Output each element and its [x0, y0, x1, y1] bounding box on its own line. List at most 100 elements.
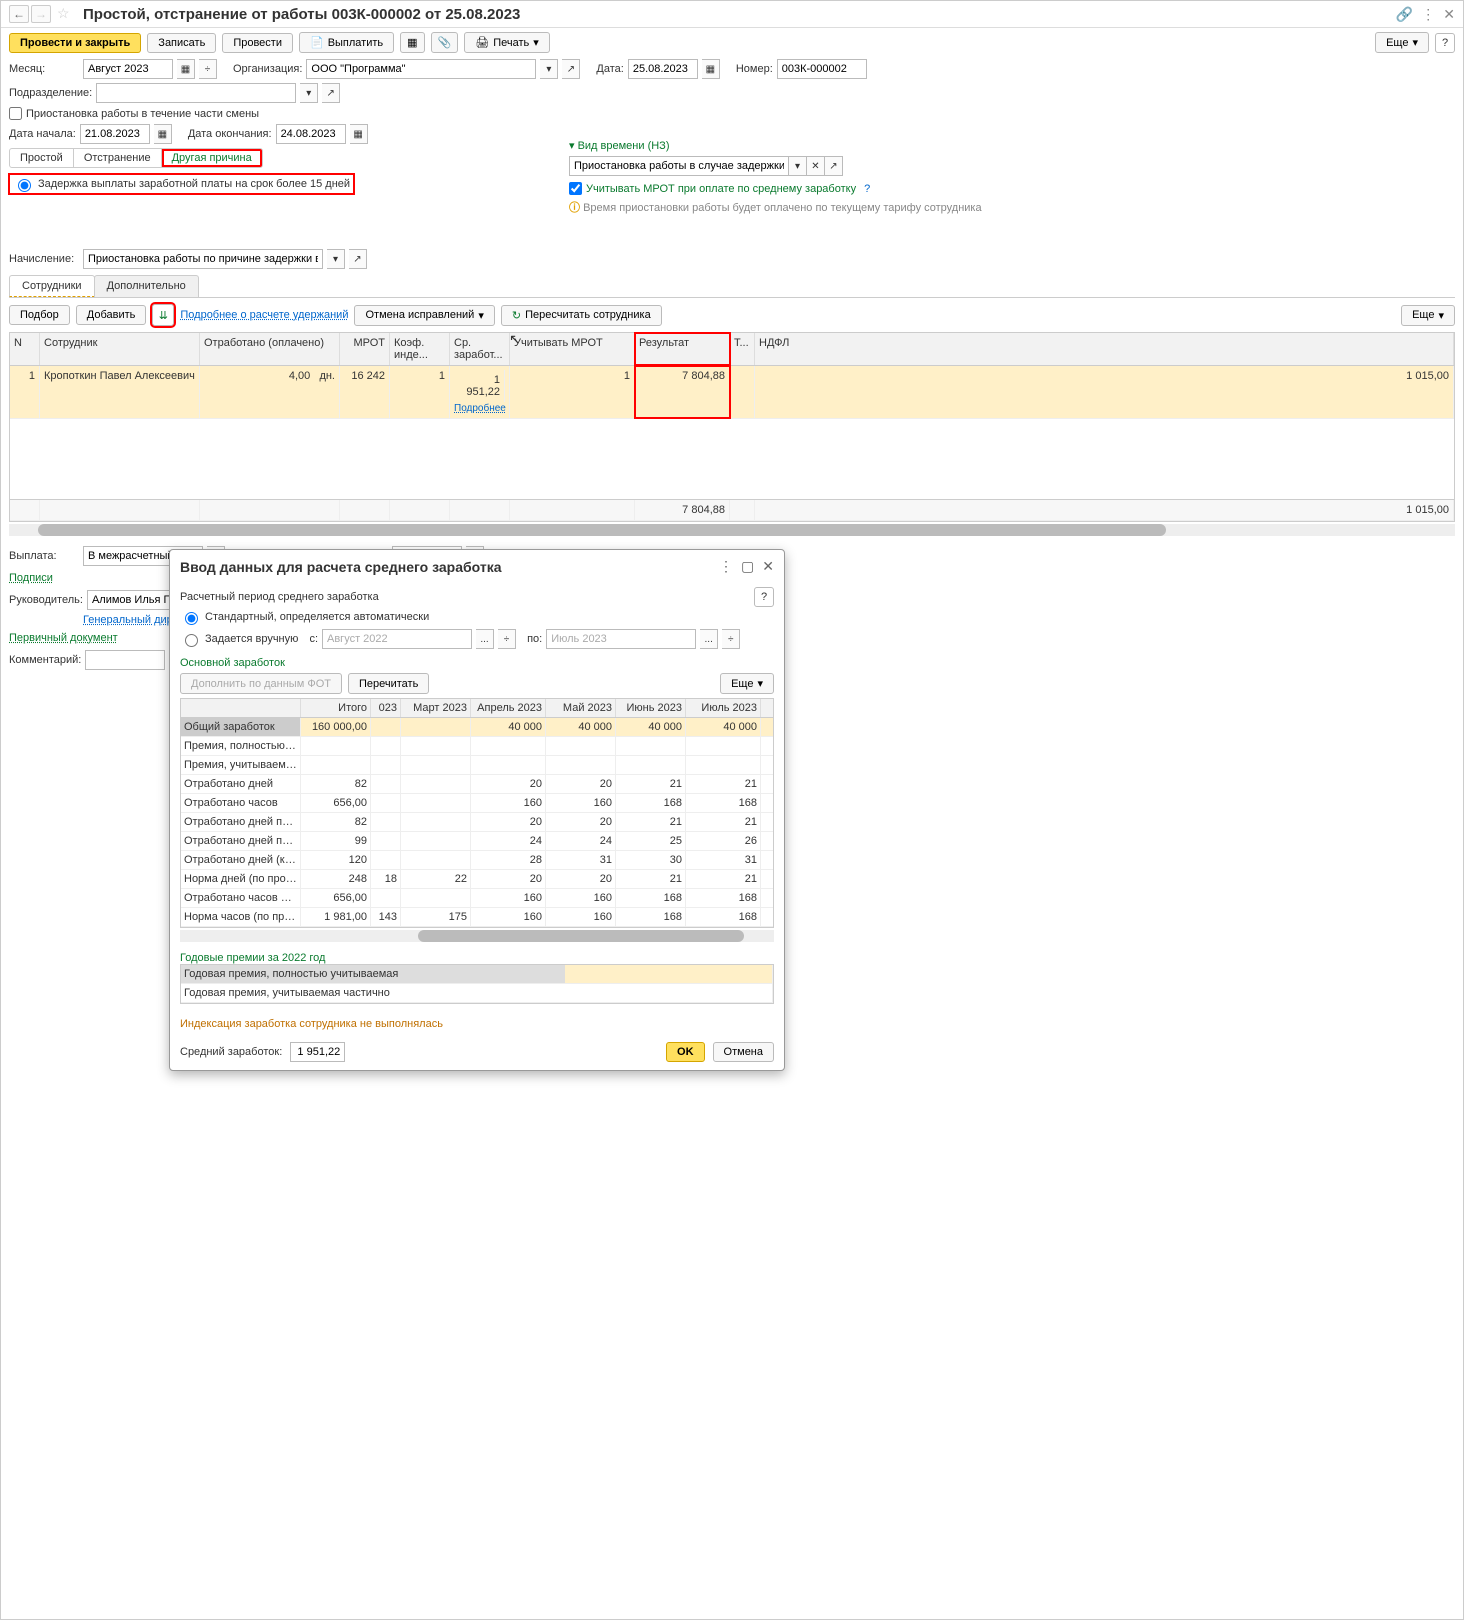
pick-button[interactable]: Подбор [9, 305, 70, 325]
calendar-icon[interactable]: ▦ [350, 124, 368, 144]
num-input[interactable] [777, 59, 867, 79]
star-icon[interactable]: ☆ [57, 5, 75, 23]
employee-grid: N Сотрудник Отработано (оплачено) МРОТ К… [9, 332, 1455, 522]
accrual-input[interactable] [83, 249, 323, 269]
col-n: N [10, 333, 40, 365]
close-icon[interactable]: ✕ [1443, 6, 1455, 23]
nav-fwd-icon[interactable]: → [31, 5, 51, 23]
comment-input[interactable] [85, 650, 165, 670]
earn-row[interactable]: Норма часов (по произв. кале...1 981,001… [181, 908, 773, 927]
print-button[interactable]: 🖨 Печать ▾ [464, 32, 550, 53]
earn-row[interactable]: Общий заработок160 000,0040 00040 00040 … [181, 718, 773, 737]
mrot-checkbox[interactable]: Учитывать МРОТ при оплате по среднему за… [569, 182, 1029, 195]
modal-close-icon[interactable]: ✕ [762, 558, 774, 575]
signatures-link[interactable]: Подписи [9, 572, 53, 584]
dropdown-icon[interactable]: ▾ [789, 156, 807, 176]
open-icon[interactable]: ↗ [562, 59, 580, 79]
date-input[interactable] [628, 59, 698, 79]
std-radio[interactable]: Стандартный, определяется автоматически [180, 607, 774, 627]
holdings-link[interactable]: Подробнее о расчете удержаний [180, 309, 348, 321]
tab-suspend[interactable]: Отстранение [74, 149, 162, 167]
tab-employees[interactable]: Сотрудники [9, 275, 95, 297]
earn-row[interactable]: Отработано дней по шестидне...9924242526 [181, 832, 773, 851]
col-t: Т... [730, 333, 755, 365]
grid-more-button[interactable]: Еще ▾ [1401, 305, 1455, 326]
earn-row[interactable]: Премия, учитываемая частично [181, 756, 773, 775]
open-icon[interactable]: ↗ [349, 249, 367, 269]
cancel-button[interactable]: Отмена [713, 1042, 774, 1062]
modal-more-button[interactable]: Еще ▾ [720, 673, 774, 694]
calendar-icon[interactable]: ▦ [154, 124, 172, 144]
attach-icon[interactable]: 📎 [431, 32, 459, 53]
struct-icon[interactable]: ▦ [400, 32, 424, 53]
earn-row[interactable]: Отработано дней (календ.)12028313031 [181, 851, 773, 870]
earn-row[interactable]: Норма дней (по произв. кален...248182220… [181, 870, 773, 889]
dropdown-icon[interactable]: ▾ [300, 83, 318, 103]
link-icon[interactable]: 🔗 [1396, 6, 1413, 23]
cancel-corr-button[interactable]: Отмена исправлений ▾ [354, 305, 494, 326]
more-button[interactable]: Еще ▾ [1375, 32, 1429, 53]
end-input[interactable] [276, 124, 346, 144]
dept-label: Подразделение: [9, 87, 92, 99]
dropdown-icon[interactable]: ▾ [327, 249, 345, 269]
stepper-icon[interactable]: ÷ [199, 59, 217, 79]
dept-input[interactable] [96, 83, 296, 103]
modal-maximize-icon[interactable]: ▢ [741, 558, 754, 575]
tab-additional[interactable]: Дополнительно [94, 275, 199, 297]
to-input[interactable] [546, 629, 696, 649]
earn-row[interactable]: Премия, полностью учитыва... [181, 737, 773, 756]
table-row[interactable]: 1 Кропоткин Павел Алексеевич 4,00 дн. 16… [10, 366, 1454, 419]
kebab-icon[interactable]: ⋮ [1421, 6, 1435, 23]
mrot-help[interactable]: ? [864, 183, 870, 195]
open-icon[interactable]: ↗ [322, 83, 340, 103]
help-button[interactable]: ? [1435, 33, 1455, 53]
post-close-button[interactable]: Провести и закрыть [9, 33, 141, 53]
tab-idle[interactable]: Простой [10, 149, 74, 167]
save-button[interactable]: Записать [147, 33, 216, 53]
calendar-icon[interactable]: ▦ [702, 59, 720, 79]
date-label: Дата: [596, 63, 623, 75]
h-scrollbar[interactable] [9, 524, 1455, 536]
org-input[interactable] [306, 59, 536, 79]
calendar-icon[interactable]: ▦ [177, 59, 195, 79]
kind-input[interactable] [569, 156, 789, 176]
clear-icon[interactable]: ✕ [807, 156, 825, 176]
dropdown-icon[interactable]: ▾ [540, 59, 558, 79]
earn-row[interactable]: Отработано дней по пятиднев...8220202121 [181, 813, 773, 832]
avg-input[interactable] [290, 1042, 345, 1062]
col-idx: Коэф. инде... [390, 333, 450, 365]
detail-link[interactable]: Подробнее [454, 403, 506, 414]
total-row: 7 804,88 1 015,00 [10, 499, 1454, 521]
nav-back-icon[interactable]: ← [9, 5, 29, 23]
earn-row[interactable]: Отработано часов656,00160160168168 [181, 794, 773, 813]
modal-kebab-icon[interactable]: ⋮ [719, 558, 733, 575]
year-title: Годовые премии за 2022 год [180, 952, 774, 964]
recalc-button[interactable]: ↻ Пересчитать сотрудника [501, 305, 662, 326]
earnings-grid: Итого 023 Март 2023 Апрель 2023 Май 2023… [180, 698, 774, 928]
tab-other[interactable]: Другая причина [162, 149, 262, 167]
month-input[interactable] [83, 59, 173, 79]
partshift-checkbox[interactable]: Приостановка работы в течение части смен… [9, 107, 259, 120]
open-icon[interactable]: ↗ [825, 156, 843, 176]
reason-radio[interactable]: Задержка выплаты заработной платы на сро… [9, 174, 354, 194]
primary-doc-link[interactable]: Первичный документ [9, 632, 118, 644]
col-avg: Ср. заработ... [450, 333, 510, 365]
kind-title[interactable]: ▾ Вид времени (НЗ) [569, 139, 1029, 152]
modal-help-button[interactable]: ? [754, 587, 774, 607]
from-input[interactable] [322, 629, 472, 649]
start-input[interactable] [80, 124, 150, 144]
comment-label: Комментарий: [9, 654, 81, 666]
pay-label: Выплата: [9, 550, 79, 562]
ok-button[interactable]: OK [666, 1042, 705, 1062]
earn-row[interactable]: Отработано часов по пятидне...656,001601… [181, 889, 773, 908]
pay-button[interactable]: 📄 Выплатить [299, 32, 394, 53]
fill-icon[interactable]: ⇊ [152, 304, 174, 326]
end-label: Дата окончания: [188, 128, 272, 140]
month-label: Месяц: [9, 63, 79, 75]
reread-button[interactable]: Перечитать [348, 673, 429, 694]
earn-row[interactable]: Отработано дней8220202121 [181, 775, 773, 794]
post-button[interactable]: Провести [222, 33, 293, 53]
modal-scrollbar[interactable] [180, 930, 774, 942]
manual-radio[interactable]: Задается вручную с: ...÷ по: ...÷ [180, 627, 774, 651]
add-button[interactable]: Добавить [76, 305, 147, 325]
